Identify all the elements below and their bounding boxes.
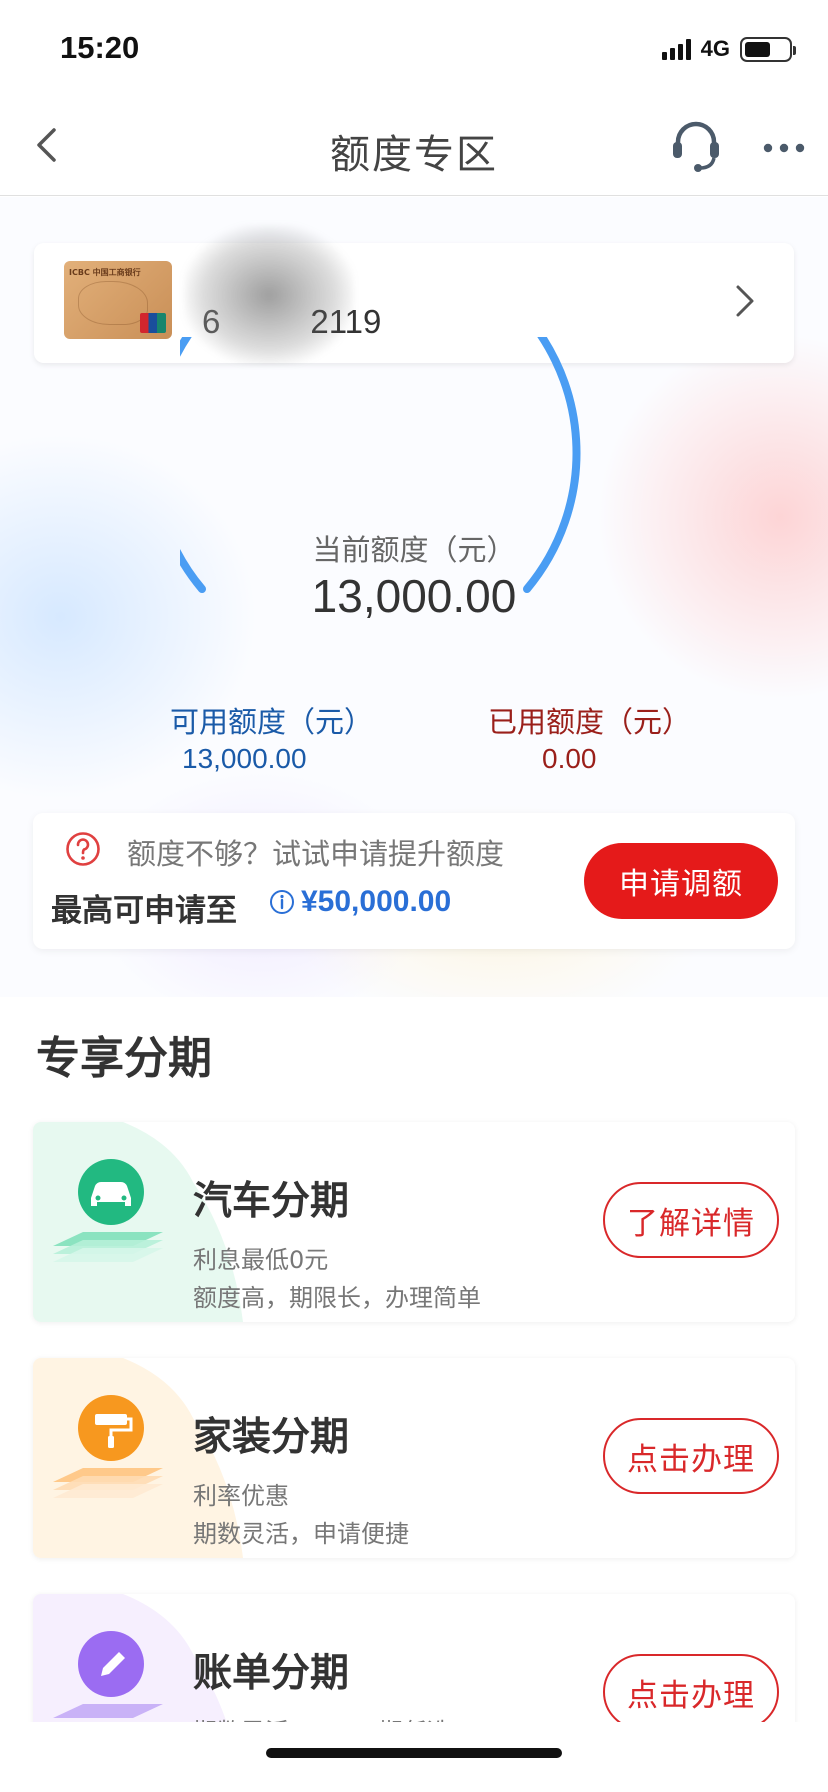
unionpay-logo xyxy=(140,313,166,333)
available-limit-label: 可用额度（元） xyxy=(170,705,374,739)
learn-more-button[interactable]: 了解详情 xyxy=(603,1182,779,1258)
nav-bar: 额度专区 xyxy=(0,96,828,196)
product-card-car[interactable]: 汽车分期 利息最低0元 额度高，期限长，办理简单 了解详情 xyxy=(33,1122,795,1322)
network-type: 4G xyxy=(700,36,730,61)
product-description: 额度高，期限长，办理简单 xyxy=(193,1284,481,1312)
bank-card-icon: ICBC 中国工商银行 xyxy=(64,261,172,339)
card-brand: ICBC 中国工商银行 xyxy=(69,268,141,277)
available-limit-value: 13,000.00 xyxy=(182,743,307,774)
status-bar: 15:20 4G xyxy=(0,0,828,96)
chevron-right-icon xyxy=(736,285,754,317)
question-icon xyxy=(66,832,100,866)
section-title: 专享分期 xyxy=(36,1033,212,1084)
car-icon xyxy=(53,1159,163,1262)
used-limit-label: 已用额度（元） xyxy=(488,705,692,739)
apply-button[interactable]: 点击办理 xyxy=(603,1654,779,1730)
paint-roller-icon xyxy=(53,1395,163,1498)
headset-icon[interactable] xyxy=(668,116,724,176)
info-icon[interactable] xyxy=(269,889,295,915)
raise-limit-hint: 额度不够？试试申请提升额度 xyxy=(127,837,505,871)
product-title: 家装分期 xyxy=(193,1415,350,1460)
battery-icon xyxy=(740,36,796,62)
credit-limit-hero: ICBC 中国工商银行 62119 当前额度（元） 13,000.00 可用额度… xyxy=(0,197,828,997)
more-icon[interactable] xyxy=(758,118,814,174)
product-title: 账单分期 xyxy=(193,1651,350,1696)
apply-button[interactable]: 点击办理 xyxy=(603,1418,779,1494)
raise-limit-card: 额度不够？试试申请提升额度 最高可申请至 ¥50,000.00 申请调额 xyxy=(33,813,795,949)
product-subtitle: 利息最低0元 xyxy=(193,1246,329,1274)
max-limit-value: ¥50,000.00 xyxy=(301,885,452,918)
home-indicator[interactable] xyxy=(266,1748,562,1758)
max-limit-label: 最高可申请至 xyxy=(51,893,237,929)
product-card-home[interactable]: 家装分期 利率优惠 期数灵活，申请便捷 点击办理 xyxy=(33,1358,795,1558)
current-limit-value: 13,000.00 xyxy=(311,570,517,622)
status-time: 15:20 xyxy=(60,30,140,65)
product-description: 期数灵活，申请便捷 xyxy=(193,1520,409,1548)
used-limit-value: 0.00 xyxy=(542,743,597,774)
bottom-bar xyxy=(0,1722,828,1792)
apply-adjust-button[interactable]: 申请调额 xyxy=(584,843,778,919)
product-subtitle: 利率优惠 xyxy=(193,1482,289,1510)
current-limit-label: 当前额度（元） xyxy=(312,533,516,567)
product-title: 汽车分期 xyxy=(193,1179,350,1224)
signal-icon xyxy=(661,38,691,60)
status-indicators: 4G xyxy=(661,36,796,62)
